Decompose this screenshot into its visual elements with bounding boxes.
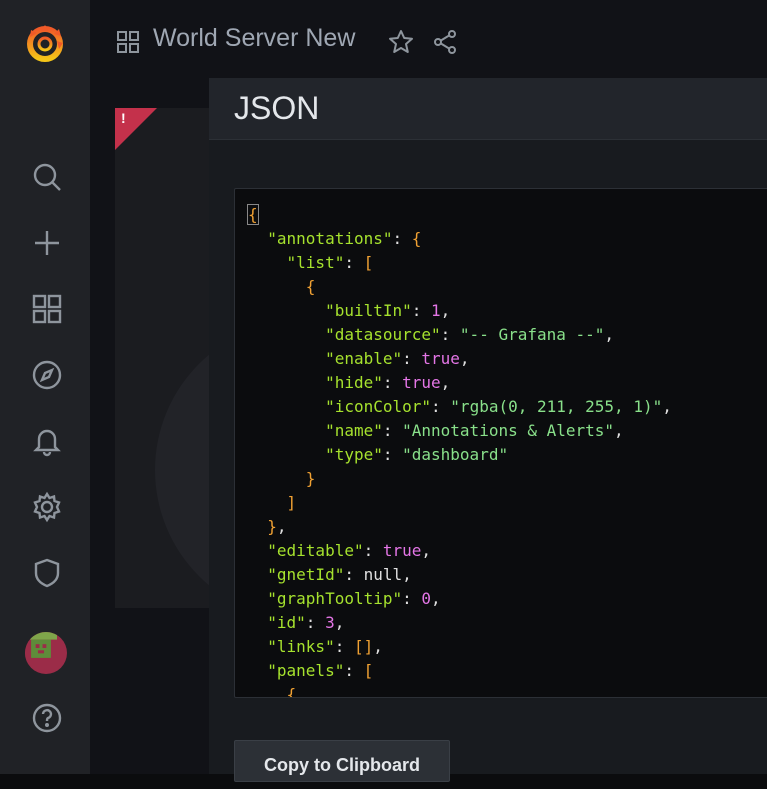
avatar[interactable] xyxy=(25,632,67,674)
json-line: "panels": [ xyxy=(267,661,374,680)
plus-icon[interactable] xyxy=(27,223,67,263)
modal-header: JSON xyxy=(209,78,767,140)
json-editor[interactable]: { "annotations": { "list": [ { "builtIn"… xyxy=(234,188,767,698)
json-line: "name": "Annotations & Alerts", xyxy=(325,421,624,440)
json-modal: JSON { "annotations": { "list": [ { "bui… xyxy=(209,78,767,782)
json-line: "enable": true, xyxy=(325,349,470,368)
json-line: "id": 3, xyxy=(267,613,345,632)
dashboards-icon[interactable] xyxy=(116,30,140,54)
dashboard-title[interactable]: World Server New xyxy=(153,24,355,53)
json-line: "type": "dashboard" xyxy=(325,445,509,464)
json-line: "hide": true, xyxy=(325,373,451,392)
json-code[interactable]: { "annotations": { "list": [ { "builtIn"… xyxy=(247,203,672,698)
json-line: "links": [], xyxy=(267,637,383,656)
json-line: "graphTooltip": 0, xyxy=(267,589,441,608)
json-line: "list": [ xyxy=(286,253,374,272)
json-line: "builtIn": 1, xyxy=(325,301,451,320)
shield-icon[interactable] xyxy=(27,553,67,593)
dashboard-header: World Server New xyxy=(90,0,767,80)
bell-icon[interactable] xyxy=(27,421,67,461)
star-icon[interactable] xyxy=(388,29,414,55)
json-line: { xyxy=(247,204,259,225)
help-icon[interactable] xyxy=(27,698,67,738)
json-line: "annotations": { xyxy=(267,229,422,248)
json-line: "iconColor": "rgba(0, 211, 255, 1)", xyxy=(325,397,672,416)
json-line: }, xyxy=(267,517,287,536)
alert-icon: ! xyxy=(121,110,126,126)
share-icon[interactable] xyxy=(432,29,458,55)
panel-alert-badge[interactable]: ! xyxy=(115,108,157,150)
dashboards-icon[interactable] xyxy=(27,289,67,329)
json-line: "gnetId": null, xyxy=(267,565,412,584)
copy-to-clipboard-button[interactable]: Copy to Clipboard xyxy=(234,740,450,782)
json-line: { xyxy=(286,685,297,698)
modal-title: JSON xyxy=(234,90,320,126)
json-line: "datasource": "-- Grafana --", xyxy=(325,325,615,344)
json-line: ] xyxy=(286,493,297,512)
json-line: } xyxy=(305,469,316,488)
gear-icon[interactable] xyxy=(27,487,67,527)
grafana-logo-icon[interactable] xyxy=(22,20,68,66)
search-icon[interactable] xyxy=(27,157,67,197)
json-line: { xyxy=(305,277,316,296)
explore-icon[interactable] xyxy=(27,355,67,395)
json-line: "editable": true, xyxy=(267,541,432,560)
sidebar xyxy=(0,0,90,774)
